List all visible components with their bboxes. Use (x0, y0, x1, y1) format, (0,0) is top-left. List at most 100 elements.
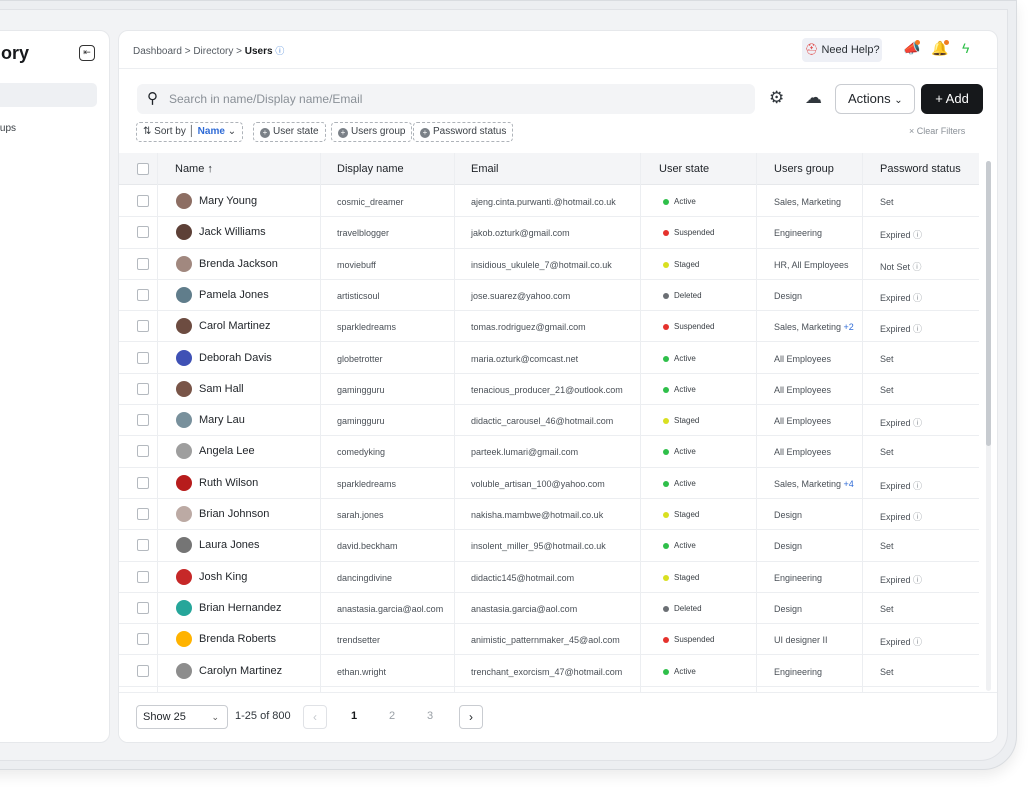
row-checkbox[interactable] (137, 508, 149, 520)
row-checkbox[interactable] (137, 320, 149, 333)
info-icon[interactable]: ⓘ (913, 262, 922, 272)
column-header-password-status[interactable]: Password status (880, 163, 961, 175)
row-checkbox[interactable] (137, 382, 149, 395)
info-icon[interactable]: ⓘ (913, 293, 922, 303)
user-name[interactable]: Ruth Wilson (199, 477, 258, 489)
table-row[interactable]: Angela Lee comedyking parteek.lumari@gmail… (119, 436, 979, 468)
more-groups-link[interactable]: +4 (844, 479, 854, 489)
table-row[interactable]: Laura Jones david.beckham insolent_miller_… (119, 530, 979, 562)
table-row[interactable]: Ruth Wilson sparkledreams voluble_artisan_… (119, 468, 979, 499)
table-row[interactable]: Deborah Davis globetrotter maria.ozturk@co… (119, 343, 979, 374)
filter-chip-password-status[interactable]: + Password status (413, 122, 514, 142)
column-header-display-name[interactable]: Display name (337, 163, 404, 175)
row-checkbox[interactable] (137, 226, 149, 239)
add-button[interactable]: + Add (921, 84, 983, 114)
column-header-name[interactable]: Name ↑ (175, 163, 213, 175)
previous-page-button[interactable]: ‹ (303, 705, 327, 729)
user-name[interactable]: Sam Hall (199, 383, 244, 395)
user-name[interactable]: Mary Lau (199, 414, 245, 426)
page-size-select[interactable]: Show 25 ⌄ (136, 705, 228, 729)
table-row[interactable]: Josh King dancingdivine didactic145@hotmai… (119, 562, 979, 593)
breadcrumb-directory[interactable]: Directory > (193, 46, 244, 57)
next-page-button[interactable]: › (459, 705, 483, 729)
status-dot (663, 449, 669, 456)
settings-icon[interactable]: ⚙ (769, 88, 784, 108)
table-row[interactable]: Pamela Jones artisticsoul jose.suarez@yaho… (119, 280, 979, 312)
table-row[interactable]: Brian Hernandez anastasia.garcia@aol.com a… (119, 593, 979, 625)
status-badge: Active (674, 197, 696, 206)
search-input[interactable]: ⚲ Search in name/Display name/Email (137, 84, 755, 114)
info-icon[interactable]: ⓘ (913, 418, 922, 428)
user-name[interactable]: Josh King (199, 571, 247, 583)
user-name[interactable]: Carolyn Martinez (199, 665, 282, 677)
row-checkbox[interactable] (137, 288, 149, 301)
password-status-label: Set (880, 666, 894, 677)
sidebar-item-groups[interactable]: roups (0, 123, 16, 134)
activity-icon[interactable]: ϟ (962, 40, 969, 56)
vertical-scrollbar[interactable] (986, 161, 991, 691)
table-row[interactable]: Brian Johnson sarah.jones nakisha.mambwe@h… (119, 499, 979, 531)
info-icon[interactable]: ⓘ (913, 512, 922, 522)
row-checkbox[interactable] (137, 257, 149, 270)
page-3[interactable]: 3 (427, 710, 433, 722)
table-row[interactable]: Mary Lau gamingguru didactic_carousel_46@h… (119, 405, 979, 437)
user-name[interactable]: Deborah Davis (199, 352, 272, 364)
table-row[interactable]: Carolyn Martinez ethan.wright trenchant_ex… (119, 656, 979, 687)
user-name[interactable]: Brenda Roberts (199, 633, 276, 645)
info-icon[interactable]: ⓘ (913, 230, 922, 240)
collapse-sidebar-icon[interactable]: ⇤ (79, 45, 95, 61)
select-all-checkbox[interactable] (137, 163, 149, 175)
table-row[interactable]: Carol Martinez sparkledreams tomas.rodrigu… (119, 311, 979, 343)
scrollbar-thumb[interactable] (986, 161, 991, 446)
table-row[interactable]: Brenda Roberts trendsetter animistic_patte… (119, 624, 979, 656)
info-icon[interactable]: ⓘ (913, 575, 922, 585)
table-row[interactable]: Sam Hall gamingguru tenacious_producer_21@… (119, 374, 979, 406)
users-group: Engineering (774, 573, 822, 583)
breadcrumb-dashboard[interactable]: Dashboard > (133, 46, 193, 57)
user-name[interactable]: Pamela Jones (199, 289, 269, 301)
user-name[interactable]: Mary Young (199, 195, 257, 207)
filter-chip-user-state[interactable]: + User state (253, 122, 326, 142)
info-icon[interactable]: ⓘ (275, 46, 284, 56)
email: insidious_ukulele_7@hotmail.co.uk (471, 259, 612, 270)
user-name[interactable]: Angela Lee (199, 445, 255, 457)
row-checkbox[interactable] (137, 351, 149, 364)
clear-filters-button[interactable]: × Clear Filters (909, 126, 965, 136)
page-2[interactable]: 2 (389, 710, 395, 722)
row-checkbox[interactable] (137, 539, 149, 552)
table-row[interactable]: Jack Williams travelblogger jakob.ozturk@g… (119, 217, 979, 249)
row-checkbox[interactable] (137, 633, 149, 646)
column-header-email[interactable]: Email (471, 163, 499, 175)
user-name[interactable]: Laura Jones (199, 539, 260, 551)
row-checkbox[interactable] (137, 414, 149, 427)
row-checkbox[interactable] (137, 445, 149, 458)
row-checkbox[interactable] (137, 601, 149, 614)
actions-button[interactable]: Actions ⌄ (835, 84, 915, 114)
sort-by-chip[interactable]: ⇅ Sort by │ Name ⌄ (136, 122, 244, 142)
row-checkbox[interactable] (137, 570, 149, 583)
user-name[interactable]: Carol Martinez (199, 320, 271, 332)
row-checkbox[interactable] (137, 664, 149, 677)
row-checkbox[interactable] (137, 476, 149, 489)
user-name[interactable]: Brian Johnson (199, 508, 269, 520)
page-1[interactable]: 1 (351, 710, 357, 722)
user-name[interactable]: Jack Williams (199, 226, 266, 238)
column-header-user-state[interactable]: User state (659, 163, 709, 175)
row-checkbox[interactable] (137, 195, 149, 207)
info-icon[interactable]: ⓘ (913, 481, 922, 491)
info-icon[interactable]: ⓘ (913, 324, 922, 334)
info-icon[interactable]: ⓘ (913, 637, 922, 647)
user-name[interactable]: Brian Hernandez (199, 602, 282, 614)
sidebar-item-users[interactable] (0, 83, 97, 107)
more-groups-link[interactable]: +2 (844, 322, 854, 332)
sort-by-label: Sort by (154, 126, 186, 137)
status-dot (663, 637, 669, 644)
need-help-button[interactable]: ⛑ Need Help? (802, 38, 882, 62)
breadcrumb-current: Users (244, 46, 273, 57)
table-row[interactable]: Brenda Jackson moviebuff insidious_ukulele… (119, 249, 979, 280)
cloud-download-icon[interactable]: ☁ (805, 88, 822, 108)
filter-chip-users-group[interactable]: + Users group (331, 122, 413, 142)
user-name[interactable]: Brenda Jackson (199, 258, 278, 270)
column-header-users-group[interactable]: Users group (774, 163, 834, 175)
table-row[interactable]: Mary Young cosmic_dreamer ajeng.cinta.purw… (119, 186, 979, 218)
